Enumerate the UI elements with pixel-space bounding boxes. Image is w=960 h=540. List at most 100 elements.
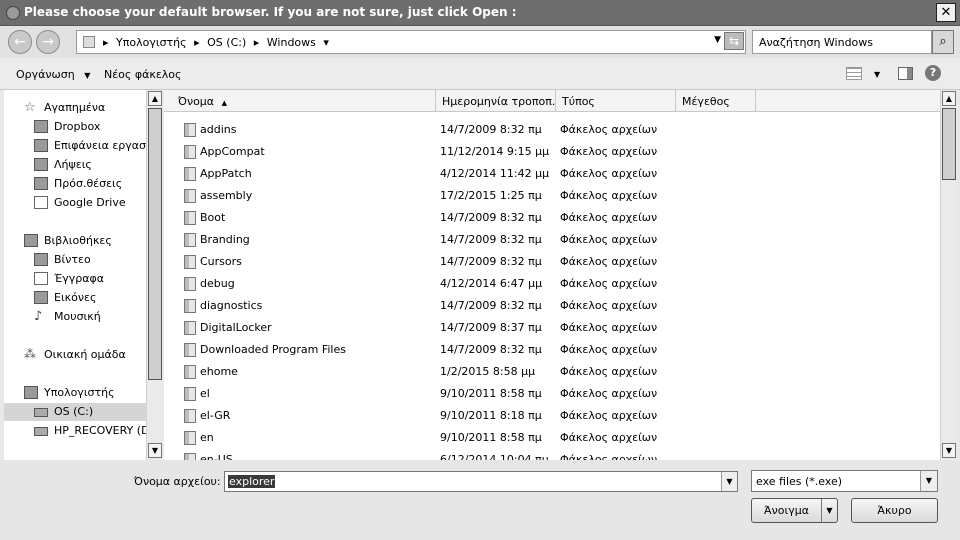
- sidebar-item[interactable]: Πρόσ.θέσεις: [4, 175, 146, 193]
- file-row[interactable]: en-US 6/12/2014 10:04 πμ Φάκελος αρχείων: [164, 449, 940, 460]
- sidebar-item-label: Βίντεο: [54, 253, 91, 266]
- sidebar-item[interactable]: Βίντεο: [4, 251, 146, 269]
- sidebar-item[interactable]: OS (C:): [4, 403, 146, 421]
- file-row[interactable]: el-GR 9/10/2011 8:18 πμ Φάκελος αρχείων: [164, 405, 940, 427]
- address-bar[interactable]: ▸ Υπολογιστής ▸ OS (C:) ▸ Windows ▾ ▼: [76, 30, 746, 54]
- navigation-bar: ← → ▸ Υπολογιστής ▸ OS (C:) ▸ Windows ▾ …: [0, 26, 960, 58]
- file-row[interactable]: Cursors 14/7/2009 8:32 πμ Φάκελος αρχείων: [164, 251, 940, 273]
- file-list-scrollbar[interactable]: ▲ ▼: [940, 90, 957, 460]
- window-title: Please choose your default browser. If y…: [24, 5, 517, 19]
- cancel-button[interactable]: Άκυρο: [851, 498, 938, 523]
- scroll-down-arrow-icon[interactable]: ▼: [942, 443, 956, 458]
- file-type: Φάκελος αρχείων: [560, 167, 658, 180]
- scroll-thumb[interactable]: [942, 108, 956, 180]
- scroll-up-arrow-icon[interactable]: ▲: [148, 91, 162, 106]
- file-row[interactable]: addins 14/7/2009 8:32 πμ Φάκελος αρχείων: [164, 119, 940, 141]
- sidebar-item[interactable]: ⁂ Οικιακή ομάδα: [4, 346, 146, 364]
- back-arrow-icon: ←: [14, 34, 26, 50]
- close-button[interactable]: ✕: [936, 3, 956, 22]
- file-row[interactable]: el 9/10/2011 8:58 πμ Φάκελος αρχείων: [164, 383, 940, 405]
- file-type-select[interactable]: exe files (*.exe) ▼: [751, 470, 938, 492]
- file-date: 9/10/2011 8:58 πμ: [440, 387, 542, 400]
- file-type: Φάκελος αρχείων: [560, 211, 658, 224]
- column-header-name[interactable]: Όνομα ▲: [164, 90, 436, 112]
- file-row[interactable]: AppPatch 4/12/2014 11:42 μμ Φάκελος αρχείω…: [164, 163, 940, 185]
- file-name: el-GR: [200, 409, 231, 422]
- breadcrumb-chevron-icon[interactable]: ▸: [103, 36, 109, 49]
- file-date: 9/10/2011 8:58 πμ: [440, 431, 542, 444]
- breadcrumb-chevron-icon[interactable]: ▸: [254, 36, 260, 49]
- dropbox-icon: [34, 120, 48, 133]
- refresh-button[interactable]: ⇆: [724, 32, 744, 50]
- breadcrumb-computer[interactable]: Υπολογιστής: [116, 36, 187, 49]
- breadcrumb-os-c[interactable]: OS (C:): [207, 36, 246, 49]
- file-row[interactable]: DigitalLocker 14/7/2009 8:37 πμ Φάκελος αρ…: [164, 317, 940, 339]
- breadcrumb-windows[interactable]: Windows: [267, 36, 316, 49]
- breadcrumb-chevron-icon[interactable]: ▸: [194, 36, 200, 49]
- sidebar-item-label: Οικιακή ομάδα: [44, 348, 126, 361]
- file-type: Φάκελος αρχείων: [560, 277, 658, 290]
- sidebar-item[interactable]: Εικόνες: [4, 289, 146, 307]
- sidebar-item-label: Έγγραφα: [54, 272, 104, 285]
- navigation-pane: ☆ Αγαπημένα Dropbox Επιφάνεια εργασίας Λήψει…: [4, 90, 146, 460]
- star-icon: ☆: [24, 100, 36, 115]
- navigation-scrollbar[interactable]: ▲ ▼: [146, 90, 163, 460]
- file-row[interactable]: debug 4/12/2014 6:47 μμ Φάκελος αρχείων: [164, 273, 940, 295]
- scroll-up-arrow-icon[interactable]: ▲: [942, 91, 956, 106]
- drive-icon: [34, 427, 48, 436]
- column-name-label: Όνομα: [178, 95, 215, 108]
- file-row[interactable]: Boot 14/7/2009 8:32 πμ Φάκελος αρχείων: [164, 207, 940, 229]
- change-view-icon[interactable]: [846, 67, 862, 80]
- view-options-dropdown[interactable]: ▼: [874, 70, 880, 79]
- folder-icon: [184, 145, 196, 159]
- file-row[interactable]: en 9/10/2011 8:58 πμ Φάκελος αρχείων: [164, 427, 940, 449]
- dialog-footer: Όνομα αρχείου: explorer ▼ exe files (*.e…: [0, 460, 960, 540]
- filename-input[interactable]: explorer ▼: [224, 471, 738, 492]
- open-split-dropdown-icon[interactable]: ▼: [821, 499, 837, 522]
- sidebar-item[interactable]: ♪ Μουσική: [4, 308, 146, 326]
- sidebar-item[interactable]: Λήψεις: [4, 156, 146, 174]
- column-header-size[interactable]: Μέγεθος: [676, 90, 756, 112]
- preview-pane-icon[interactable]: [898, 67, 913, 80]
- breadcrumb-chevron-icon[interactable]: ▾: [323, 36, 329, 49]
- sidebar-item[interactable]: Επιφάνεια εργασίας: [4, 137, 146, 155]
- sidebar-item[interactable]: Υπολογιστής: [4, 384, 146, 402]
- computer-icon: [24, 386, 38, 399]
- sidebar-item-label: Google Drive: [54, 196, 126, 209]
- sidebar-item[interactable]: Βιβλιοθήκες: [4, 232, 146, 250]
- scroll-thumb[interactable]: [148, 108, 162, 380]
- file-date: 4/12/2014 11:42 μμ: [440, 167, 550, 180]
- file-name: ehome: [200, 365, 238, 378]
- help-icon[interactable]: ?: [925, 65, 941, 81]
- file-row[interactable]: Branding 14/7/2009 8:32 πμ Φάκελος αρχείων: [164, 229, 940, 251]
- file-row[interactable]: AppCompat 11/12/2014 9:15 μμ Φάκελος αρχεί…: [164, 141, 940, 163]
- new-folder-button[interactable]: Νέος φάκελος: [104, 68, 182, 81]
- file-row[interactable]: diagnostics 14/7/2009 8:32 πμ Φάκελος αρχε…: [164, 295, 940, 317]
- sidebar-item[interactable]: Dropbox: [4, 118, 146, 136]
- filename-value[interactable]: explorer: [228, 475, 276, 488]
- scroll-down-arrow-icon[interactable]: ▼: [148, 443, 162, 458]
- file-type: Φάκελος αρχείων: [560, 145, 658, 158]
- file-row[interactable]: ehome 1/2/2015 8:58 μμ Φάκελος αρχείων: [164, 361, 940, 383]
- file-row[interactable]: assembly 17/2/2015 1:25 πμ Φάκελος αρχείων: [164, 185, 940, 207]
- file-name: en-US: [200, 453, 233, 460]
- sidebar-item[interactable]: ☆ Αγαπημένα: [4, 99, 146, 117]
- address-history-dropdown[interactable]: ▼: [714, 35, 721, 45]
- recent-places-icon: [34, 177, 48, 190]
- organize-menu[interactable]: Οργάνωση ▼: [16, 68, 90, 81]
- sidebar-item[interactable]: Google Drive: [4, 194, 146, 212]
- folder-icon: [184, 233, 196, 247]
- forward-button[interactable]: →: [36, 30, 60, 54]
- sidebar-item[interactable]: HP_RECOVERY (D:: [4, 422, 146, 440]
- sidebar-item[interactable]: Έγγραφα: [4, 270, 146, 288]
- filename-dropdown-icon[interactable]: ▼: [721, 472, 737, 491]
- sidebar-item-label: HP_RECOVERY (D:: [54, 424, 146, 437]
- file-row[interactable]: Downloaded Program Files 14/7/2009 8:32 π…: [164, 339, 940, 361]
- column-header-date[interactable]: Ημερομηνία τροποπ...: [436, 90, 556, 112]
- search-button[interactable]: ⌕: [932, 30, 954, 54]
- back-button[interactable]: ←: [8, 30, 32, 54]
- column-header-type[interactable]: Τύπος: [556, 90, 676, 112]
- open-button[interactable]: Άνοιγμα ▼: [751, 498, 838, 523]
- search-input[interactable]: Αναζήτηση Windows: [752, 30, 932, 54]
- file-type-dropdown-icon[interactable]: ▼: [920, 471, 937, 491]
